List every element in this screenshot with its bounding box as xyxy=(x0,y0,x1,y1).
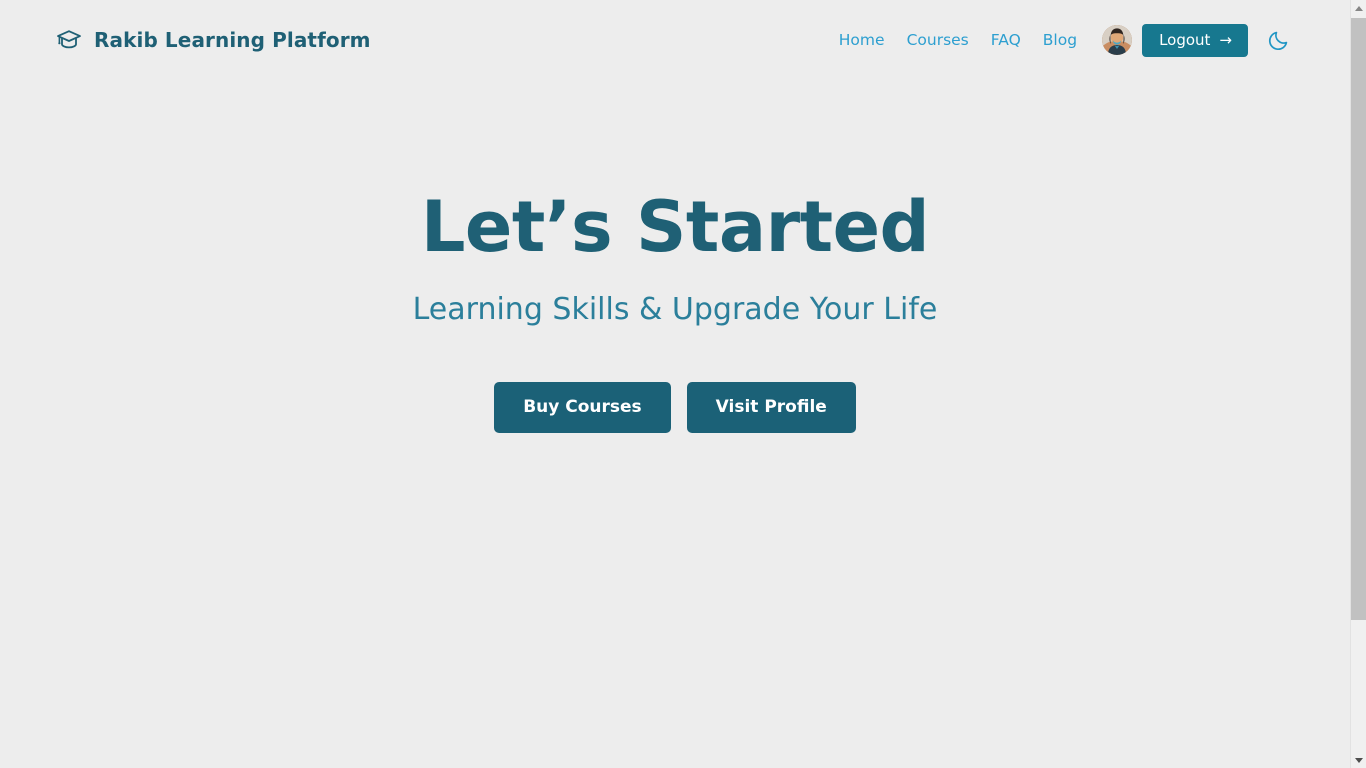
page-content: Rakib Learning Platform Home Courses FAQ… xyxy=(0,0,1350,768)
chevron-up-icon xyxy=(1355,5,1363,11)
dark-mode-toggle[interactable] xyxy=(1264,25,1294,55)
logout-button[interactable]: Logout → xyxy=(1142,23,1248,57)
main-navigation: Home Courses FAQ Blog Logout → xyxy=(828,23,1294,57)
nav-item-blog[interactable]: Blog xyxy=(1032,25,1088,55)
nav-item-home[interactable]: Home xyxy=(828,25,896,55)
arrow-right-icon: → xyxy=(1219,30,1232,49)
chevron-down-icon xyxy=(1355,757,1363,763)
nav-item-faq[interactable]: FAQ xyxy=(980,25,1032,55)
browser-viewport: Rakib Learning Platform Home Courses FAQ… xyxy=(0,0,1366,768)
buy-courses-button[interactable]: Buy Courses xyxy=(494,382,671,433)
graduation-cap-icon xyxy=(56,27,82,53)
scrollbar-thumb[interactable] xyxy=(1351,18,1366,620)
hero-action-buttons: Buy Courses Visit Profile xyxy=(494,382,856,433)
hero-section: Let’s Started Learning Skills & Upgrade … xyxy=(0,0,1350,768)
scrollbar-down-button[interactable] xyxy=(1351,752,1366,768)
page-title: Let’s Started xyxy=(420,186,930,268)
nav-item-courses[interactable]: Courses xyxy=(896,25,980,55)
brand-name: Rakib Learning Platform xyxy=(94,28,371,52)
vertical-scrollbar[interactable] xyxy=(1350,0,1366,768)
moon-icon xyxy=(1268,29,1290,51)
brand-logo-link[interactable]: Rakib Learning Platform xyxy=(56,27,371,53)
visit-profile-button[interactable]: Visit Profile xyxy=(686,382,856,433)
logout-button-label: Logout xyxy=(1159,30,1211,49)
site-header: Rakib Learning Platform Home Courses FAQ… xyxy=(0,0,1350,80)
scrollbar-up-button[interactable] xyxy=(1351,0,1366,16)
page-subtitle: Learning Skills & Upgrade Your Life xyxy=(412,292,938,327)
user-avatar[interactable] xyxy=(1102,25,1133,55)
